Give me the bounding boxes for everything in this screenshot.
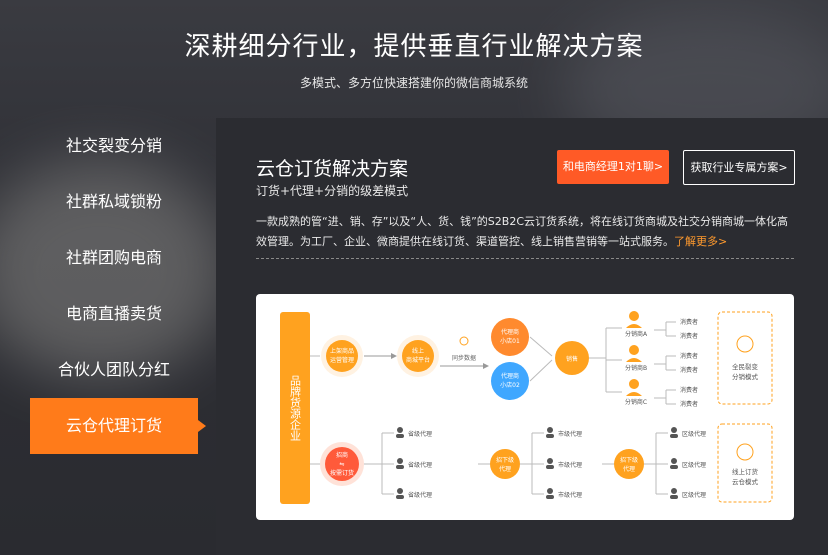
agent-b-label-2: 小店02 xyxy=(500,381,520,389)
solution-title: 云仓订货解决方案 xyxy=(256,158,409,180)
downline-label-1: 招下级 xyxy=(496,456,514,464)
chat-manager-button[interactable]: 和电商经理1对1聊> xyxy=(557,150,669,184)
person-icon xyxy=(629,379,639,389)
agent-a-node xyxy=(491,318,529,356)
city-label: 市级代理 xyxy=(558,461,582,469)
divider xyxy=(256,258,794,259)
fission-label-2: 分销模式 xyxy=(732,372,759,381)
cloud-label-1: 线上订货 xyxy=(732,467,759,476)
solution-subtitle: 订货+代理+分销的级差模式 xyxy=(256,184,409,198)
fission-label-1: 全民裂变 xyxy=(732,362,759,371)
downline-label-1: 招下级 xyxy=(620,456,638,464)
sidebar-item-partner-dividend[interactable]: 合伙人团队分红 xyxy=(30,342,198,398)
distributor-b: 分销商B xyxy=(625,345,647,372)
sync-icon xyxy=(459,336,469,346)
cloud-icon xyxy=(736,443,754,461)
fission-box xyxy=(717,311,773,405)
person-icon xyxy=(547,488,553,494)
flow-diagram: 品牌货源企业 上架商品 运营管理 线上 商城平台 同步数据 代理商 小店01 代… xyxy=(256,294,794,520)
person-icon xyxy=(671,427,677,433)
sidebar-item-private-traffic[interactable]: 社群私域锁粉 xyxy=(30,174,198,230)
consumer-label: 消费者 xyxy=(680,332,698,340)
recruit-label-1: 招商 xyxy=(336,451,348,459)
solution-panel: 云仓订货解决方案 订货+代理+分销的级差模式 和电商经理1对1聊> 获取行业专属… xyxy=(216,118,828,555)
distributor-a: 分销商A xyxy=(625,311,648,338)
person-icon xyxy=(397,427,403,433)
person-icon xyxy=(397,458,403,464)
source-label: 品牌货源企业 xyxy=(289,375,302,441)
platform-label-2: 商城平台 xyxy=(406,356,430,364)
learn-more-link[interactable]: 了解更多> xyxy=(674,235,727,248)
recruit-label-3: 按需订货 xyxy=(330,469,354,477)
sidebar-item-live-selling[interactable]: 电商直播卖货 xyxy=(30,286,198,342)
upload-label-1: 上架商品 xyxy=(330,347,354,355)
person-icon xyxy=(547,427,553,433)
sync-label: 同步数据 xyxy=(452,354,476,362)
person-icon xyxy=(547,458,553,464)
flow-diagram-svg: 品牌货源企业 上架商品 运营管理 线上 商城平台 同步数据 代理商 小店01 代… xyxy=(280,311,773,504)
distributor-a-label: 分销商A xyxy=(625,330,648,338)
city-label: 市级代理 xyxy=(558,491,582,499)
agent-a-label-2: 小店01 xyxy=(500,337,520,345)
sell-label: 销售 xyxy=(566,355,578,363)
province-label: 省级代理 xyxy=(408,461,432,469)
downline-node-1 xyxy=(490,449,520,479)
person-icon xyxy=(629,311,639,321)
person-icon xyxy=(671,458,677,464)
district-label: 区级代理 xyxy=(682,430,706,438)
sidebar-item-group-buying[interactable]: 社群团购电商 xyxy=(30,230,198,286)
agent-b-label-1: 代理商 xyxy=(501,372,519,380)
sidebar: 社交裂变分销 社群私域锁粉 社群团购电商 电商直播卖货 合伙人团队分红 云仓代理… xyxy=(30,118,206,454)
recruit-label-2: ⇋ xyxy=(339,461,344,468)
downline-label-2: 代理 xyxy=(499,465,511,473)
sidebar-item-social-fission[interactable]: 社交裂变分销 xyxy=(30,118,198,174)
get-solution-button[interactable]: 获取行业专属方案> xyxy=(683,150,795,185)
distributor-c-label: 分销商C xyxy=(625,398,647,406)
consumer-label: 消费者 xyxy=(680,318,698,326)
agent-a-label-1: 代理商 xyxy=(501,328,519,336)
person-icon xyxy=(629,345,639,355)
consumer-label: 消费者 xyxy=(680,386,698,394)
person-icon xyxy=(671,488,677,494)
distributor-c: 分销商C xyxy=(625,379,647,406)
sidebar-item-cloud-agent[interactable]: 云仓代理订货 xyxy=(30,398,206,454)
district-label: 区级代理 xyxy=(682,491,706,499)
person-icon xyxy=(397,488,403,494)
consumer-label: 消费者 xyxy=(680,352,698,360)
cloud-box xyxy=(717,423,773,503)
consumer-label: 消费者 xyxy=(680,400,698,408)
downline-node-2 xyxy=(614,449,644,479)
platform-label-1: 线上 xyxy=(412,347,424,355)
province-label: 省级代理 xyxy=(408,430,432,438)
agent-b-node xyxy=(491,362,529,400)
distributor-b-label: 分销商B xyxy=(625,364,647,372)
city-label: 市级代理 xyxy=(558,430,582,438)
province-label: 省级代理 xyxy=(408,491,432,499)
page-title: 深耕细分行业，提供垂直行业解决方案 xyxy=(184,32,644,62)
upload-label-2: 运营管理 xyxy=(330,356,354,364)
group-icon xyxy=(736,335,754,353)
cloud-label-2: 云仓模式 xyxy=(732,477,759,486)
downline-label-2: 代理 xyxy=(623,465,635,473)
consumer-label: 消费者 xyxy=(680,366,698,374)
district-label: 区级代理 xyxy=(682,461,706,469)
page-subtitle: 多模式、多方位快速搭建你的微信商城系统 xyxy=(299,76,528,90)
solution-description: 一款成熟的管“进、销、存”以及“人、货、钱”的S2B2C云订货系统，将在线订货商… xyxy=(256,212,796,252)
